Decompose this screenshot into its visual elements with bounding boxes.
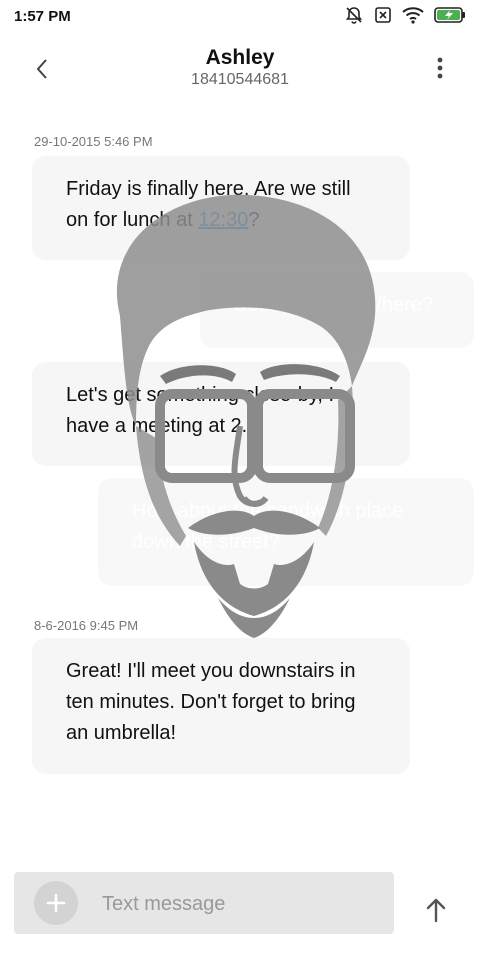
message-text: Great! I'll meet you downstairs in ten m… — [66, 660, 356, 744]
message-timestamp: 29-10-2015 5:46 PM — [34, 134, 153, 149]
wifi-icon — [402, 6, 424, 29]
contact-name: Ashley — [205, 46, 275, 69]
message-text: Let's get something close-by, I have a m… — [66, 384, 335, 437]
battery-charging-icon — [434, 6, 466, 29]
arrow-up-icon — [426, 898, 446, 923]
message-text: How about the sandwich place down the st… — [132, 500, 404, 553]
message-bubble-outgoing[interactable]: How about the sandwich place down the st… — [98, 478, 474, 586]
message-thread[interactable]: 29-10-2015 5:46 PM Friday is finally her… — [0, 120, 480, 860]
send-button[interactable] — [416, 890, 456, 930]
status-bar: 1:57 PM — [0, 0, 480, 34]
message-text: ? — [248, 209, 260, 231]
message-timestamp: 8-6-2016 9:45 PM — [34, 618, 139, 633]
message-input[interactable] — [100, 886, 384, 922]
status-time: 1:57 PM — [14, 8, 71, 25]
more-options-button[interactable] — [428, 50, 452, 86]
message-bubble-incoming[interactable]: Let's get something close-by, I have a m… — [32, 362, 410, 466]
more-vertical-icon — [437, 57, 443, 79]
contact-number: 18410544681 — [191, 71, 289, 88]
message-bubble-incoming[interactable]: Great! I'll meet you downstairs in ten m… — [32, 638, 410, 774]
alarm-off-icon — [344, 5, 364, 30]
message-bubble-incoming[interactable]: Friday is finally here. Are we still on … — [32, 156, 410, 260]
add-attachment-button[interactable] — [34, 881, 78, 925]
message-composer — [14, 872, 394, 934]
time-link[interactable]: 12:30 — [198, 209, 248, 231]
message-bubble-outgoing[interactable]: Sounds good. Where? — [200, 272, 474, 348]
status-icons — [344, 5, 466, 30]
no-sim-icon — [374, 6, 392, 29]
plus-icon — [46, 893, 66, 913]
conversation-header: Ashley 18410544681 — [0, 40, 480, 100]
message-text: Sounds good. Where? — [234, 294, 434, 316]
